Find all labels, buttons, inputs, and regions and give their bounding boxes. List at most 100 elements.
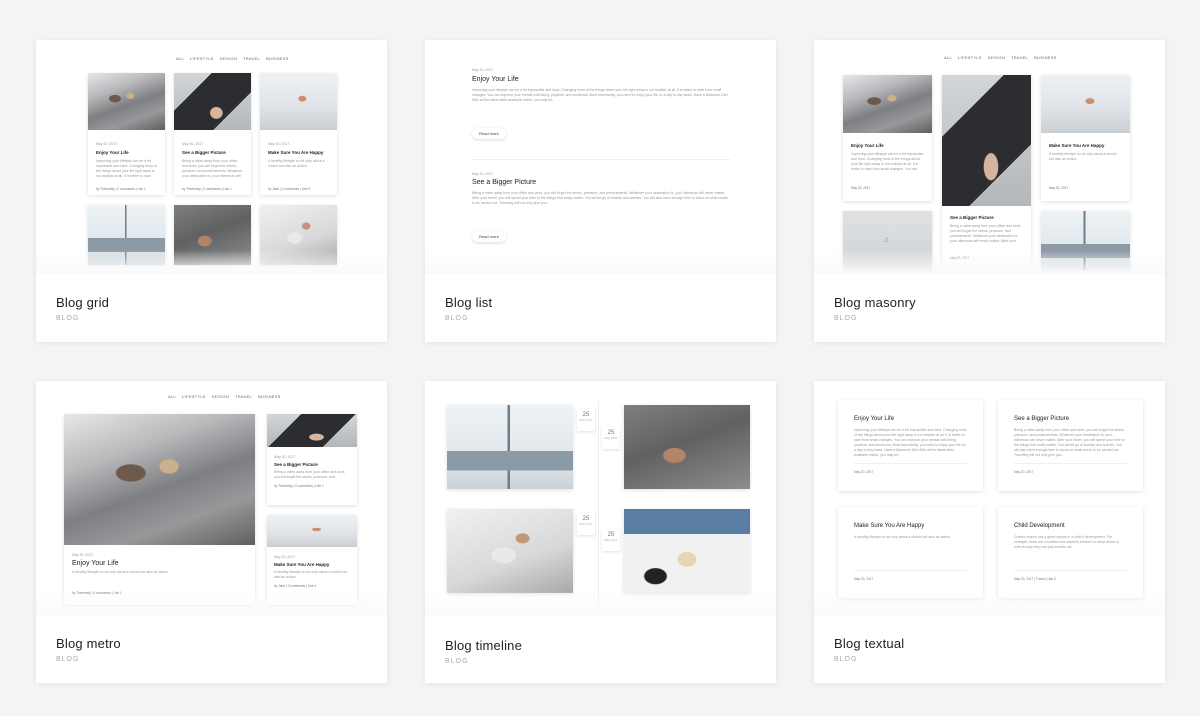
post-meta: by Themeisly | 0 comments | Like 1 <box>274 484 324 488</box>
timeline-post[interactable] <box>624 405 750 489</box>
timeline-post[interactable] <box>447 405 573 489</box>
post-card[interactable]: See a Bigger Picture Being a miles away … <box>942 75 1031 274</box>
text-post-card[interactable]: See a Bigger Picture Being a miles away … <box>998 400 1143 491</box>
post-card[interactable]: May 20, 2017 See a Bigger Picture Being … <box>267 414 357 505</box>
play-icon[interactable]: ♫ <box>883 235 889 244</box>
post-image-card[interactable] <box>88 205 165 265</box>
filter-design[interactable]: DESIGN <box>220 56 237 61</box>
card-title[interactable]: Blog list <box>445 295 492 310</box>
post-image-card[interactable] <box>260 205 337 265</box>
filter-nav: ALL LIFESTYLE DESIGN TRAVEL BUSINESS <box>176 56 289 61</box>
badge-month: May 2017 <box>579 522 593 526</box>
post-date: May 20, 2017 <box>182 142 204 146</box>
filter-all[interactable]: ALL <box>168 394 176 399</box>
card-caption: Blog masonry BLOG <box>834 295 916 322</box>
filter-all[interactable]: ALL <box>944 55 952 60</box>
post-title[interactable]: Enjoy Your Life <box>96 150 157 155</box>
post-title[interactable]: See a Bigger Picture <box>1014 416 1127 422</box>
post-excerpt: Being a miles away from your office and … <box>1014 428 1125 457</box>
post-meta: by Themeisly | 0 comments | Like 1 <box>182 187 232 191</box>
card-title[interactable]: Blog timeline <box>445 638 522 653</box>
card-caption: Blog textual BLOG <box>834 636 904 663</box>
post-card[interactable]: May 20, 2017 Make Sure You Are Happy A h… <box>267 515 357 605</box>
card-preview: Enjoy Your Life Improving your lifestyle… <box>814 381 1165 615</box>
post-title[interactable]: Enjoy Your Life <box>854 416 967 422</box>
post-excerpt: A healthy lifestyle is not only about a … <box>1049 152 1117 161</box>
demo-card-blog-grid[interactable]: ALL LIFESTYLE DESIGN TRAVEL BUSINESS May… <box>36 40 387 342</box>
post-title[interactable]: Enjoy Your Life <box>72 560 247 567</box>
post-date: May 20, 2017 <box>472 172 494 176</box>
filter-travel[interactable]: TRAVEL <box>235 394 252 399</box>
read-more-button[interactable]: Read more <box>472 231 506 242</box>
post-title[interactable]: Make Sure You Are Happy <box>854 523 967 529</box>
filter-business[interactable]: BUSINESS <box>1034 55 1057 60</box>
post-card[interactable]: May 20, 2017 Make Sure You Are Happy A h… <box>260 73 337 195</box>
demo-card-blog-textual[interactable]: Enjoy Your Life Improving your lifestyle… <box>814 381 1165 683</box>
timeline-post[interactable] <box>447 509 573 593</box>
filter-nav: ALL LIFESTYLE DESIGN TRAVEL BUSINESS <box>944 55 1057 60</box>
text-post-card[interactable]: Child Development Culture indeed has a g… <box>998 507 1143 598</box>
post-date: May 20, 2017 <box>274 555 296 559</box>
post-card-featured[interactable]: May 20, 2017 Enjoy Your Life A healthy l… <box>64 414 255 605</box>
post-meta: by Jane | 0 comments | Like 0 <box>274 584 317 588</box>
post-card[interactable]: May 20, 2017 Enjoy Your Life Improving y… <box>88 73 165 195</box>
card-category: BLOG <box>834 315 858 322</box>
post-image <box>260 73 337 130</box>
filter-design[interactable]: DESIGN <box>212 394 229 399</box>
post-meta: by Jane | 0 comments | Like 0 <box>268 187 311 191</box>
post-excerpt: A healthy lifestyle is not only about a … <box>72 570 169 574</box>
demo-card-blog-list[interactable]: May 20, 2017 Enjoy Your Life Improving y… <box>425 40 776 342</box>
post-title[interactable]: See a Bigger Picture <box>472 179 536 186</box>
demo-card-blog-timeline[interactable]: 25 May 2017 25 May 2017 25 May 2017 25 M… <box>425 381 776 683</box>
post-title[interactable]: Child Development <box>1014 523 1127 529</box>
post-card[interactable]: Make Sure You Are Happy A healthy lifest… <box>1041 75 1130 201</box>
filter-design[interactable]: DESIGN <box>988 55 1005 60</box>
post-meta: May 20, 2017 | Travel | Like 0 <box>1014 576 1056 581</box>
post-card[interactable]: May 20, 2017 See a Bigger Picture Being … <box>174 73 251 195</box>
card-title[interactable]: Blog metro <box>56 636 121 651</box>
post-title[interactable]: See a Bigger Picture <box>950 215 1023 220</box>
timeline-post[interactable] <box>624 509 750 593</box>
filter-all[interactable]: ALL <box>176 56 184 61</box>
post-title[interactable]: Make Sure You Are Happy <box>1049 143 1122 148</box>
card-title[interactable]: Blog masonry <box>834 295 916 310</box>
post-excerpt: A healthy lifestyle is not only about a … <box>274 570 348 579</box>
timeline-line <box>598 401 599 615</box>
post-excerpt: Improving your lifestyle can be a bit im… <box>96 159 157 178</box>
post-image-card[interactable] <box>174 205 251 265</box>
divider <box>1014 570 1127 571</box>
filter-lifestyle[interactable]: LIFESTYLE <box>190 56 214 61</box>
post-title[interactable]: Make Sure You Are Happy <box>268 150 329 155</box>
post-title[interactable]: See a Bigger Picture <box>274 462 350 467</box>
post-excerpt: A healthy lifestyle is not only about a … <box>854 535 951 539</box>
demo-card-blog-metro[interactable]: ALL LIFESTYLE DESIGN TRAVEL BUSINESS May… <box>36 381 387 683</box>
post-meta: May 20, 2017 <box>854 469 874 474</box>
text-post-card[interactable]: Make Sure You Are Happy A healthy lifest… <box>838 507 983 598</box>
filter-travel[interactable]: TRAVEL <box>243 56 260 61</box>
post-meta: May 20, 2017 <box>1049 186 1069 190</box>
post-title[interactable]: See a Bigger Picture <box>182 150 243 155</box>
filter-business[interactable]: BUSINESS <box>266 56 289 61</box>
card-title[interactable]: Blog grid <box>56 295 109 310</box>
card-category: BLOG <box>56 315 80 322</box>
card-category: BLOG <box>445 658 469 665</box>
post-image-card[interactable] <box>1041 211 1130 271</box>
post-image <box>942 75 1031 206</box>
post-title[interactable]: Enjoy Your Life <box>851 143 924 148</box>
card-title[interactable]: Blog textual <box>834 636 904 651</box>
filter-lifestyle[interactable]: LIFESTYLE <box>182 394 206 399</box>
post-title[interactable]: Make Sure You Are Happy <box>274 562 350 567</box>
post-card[interactable]: Enjoy Your Life Improving your lifestyle… <box>843 75 932 201</box>
card-preview: ALL LIFESTYLE DESIGN TRAVEL BUSINESS May… <box>36 40 387 274</box>
demo-card-blog-masonry[interactable]: ALL LIFESTYLE DESIGN TRAVEL BUSINESS Enj… <box>814 40 1165 342</box>
read-more-button[interactable]: Read more <box>472 128 506 139</box>
timeline-date-badge: 25 May 2017 <box>577 513 595 535</box>
post-title[interactable]: Enjoy Your Life <box>472 76 519 83</box>
filter-business[interactable]: BUSINESS <box>258 394 281 399</box>
audio-player-card[interactable]: ♫ <box>843 211 932 271</box>
filter-lifestyle[interactable]: LIFESTYLE <box>958 55 982 60</box>
filter-travel[interactable]: TRAVEL <box>1011 55 1028 60</box>
text-post-card[interactable]: Enjoy Your Life Improving your lifestyle… <box>838 400 983 491</box>
post-image <box>64 414 255 545</box>
card-preview: ALL LIFESTYLE DESIGN TRAVEL BUSINESS Enj… <box>814 40 1165 274</box>
